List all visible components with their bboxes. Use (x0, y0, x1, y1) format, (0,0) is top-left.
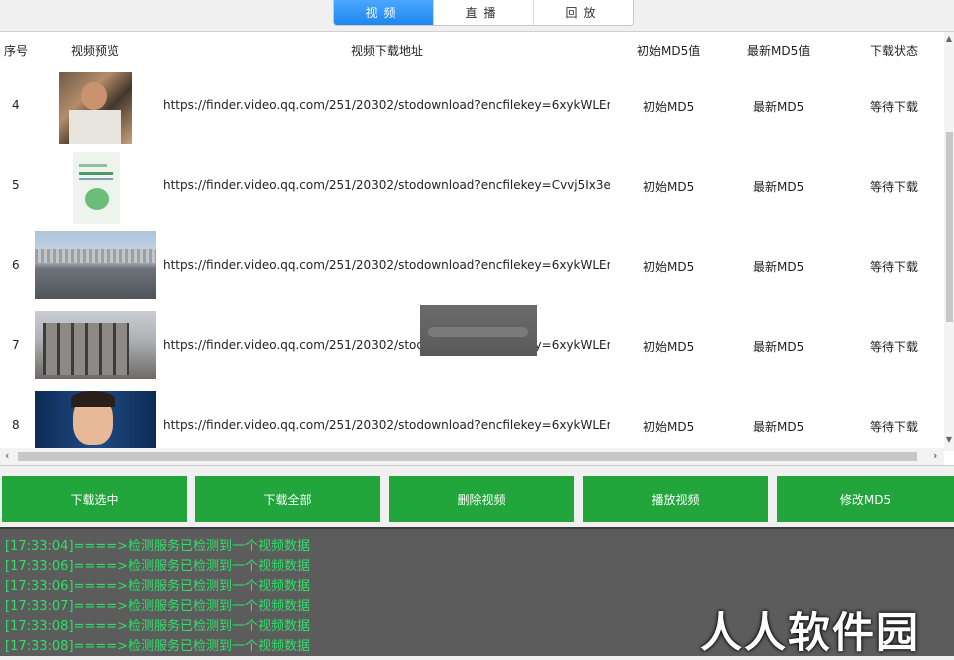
tab-video[interactable]: 视频 (334, 0, 434, 25)
row-status: 等待下载 (870, 180, 918, 194)
log-line: [17:33:06]====>检测服务已检测到一个视频数据 (5, 579, 310, 594)
modify-md5-button[interactable]: 修改MD5 (777, 476, 954, 522)
row-md5-initial: 初始MD5 (643, 180, 695, 194)
log-line: [17:33:06]====>检测服务已检测到一个视频数据 (5, 559, 310, 574)
log-line: [17:33:08]====>检测服务已检测到一个视频数据 (5, 639, 310, 654)
row-index: 7 (12, 338, 20, 352)
row-status: 等待下载 (870, 260, 918, 274)
table-row[interactable]: 4 https://finder.video.qq.com/251/20302/… (0, 66, 944, 146)
row-status: 等待下载 (870, 100, 918, 114)
scroll-right-icon[interactable]: › (933, 449, 937, 462)
header-status: 下载状态 (870, 44, 919, 58)
row-status: 等待下载 (870, 420, 918, 434)
action-bar: 下载选中 下载全部 删除视频 播放视频 修改MD5 (0, 476, 954, 522)
row-url: https://finder.video.qq.com/251/20302/st… (163, 418, 610, 432)
table-row[interactable]: 6 https://finder.video.qq.com/251/20302/… (0, 226, 944, 306)
table-header: 序号 视频预览 视频下载地址 初始MD5值 最新MD5值 下载状态 (0, 32, 944, 66)
scroll-up-icon[interactable]: ▲ (945, 34, 953, 43)
download-selected-button[interactable]: 下载选中 (2, 476, 187, 522)
row-index: 5 (12, 178, 20, 192)
download-all-button[interactable]: 下载全部 (195, 476, 380, 522)
row-status: 等待下载 (870, 340, 918, 354)
watermark-logo: 人人软件园 (700, 608, 921, 657)
row-md5-latest: 最新MD5 (753, 340, 805, 354)
horizontal-scroll-thumb[interactable] (18, 452, 917, 461)
video-thumbnail (35, 311, 156, 379)
header-md5-latest: 最新MD5值 (747, 44, 811, 58)
header-index: 序号 (4, 44, 29, 58)
mode-tabs: 视频 直播 回放 (333, 0, 634, 26)
scroll-down-icon[interactable]: ▼ (945, 435, 953, 444)
row-md5-initial: 初始MD5 (643, 420, 695, 434)
row-index: 4 (12, 98, 20, 112)
log-line: [17:33:04]====>检测服务已检测到一个视频数据 (5, 539, 310, 554)
row-md5-latest: 最新MD5 (753, 180, 805, 194)
row-md5-latest: 最新MD5 (753, 260, 805, 274)
row-md5-latest: 最新MD5 (753, 420, 805, 434)
video-thumbnail (59, 72, 132, 144)
table-row[interactable]: 5 https://finder.video.qq.com/251/20302/… (0, 146, 944, 226)
redaction-overlay (420, 305, 537, 356)
log-line: [17:33:08]====>检测服务已检测到一个视频数据 (5, 619, 310, 634)
row-url: https://finder.video.qq.com/251/20302/st… (163, 178, 610, 192)
scroll-left-icon[interactable]: ‹ (5, 449, 9, 462)
vertical-scrollbar[interactable]: ▲ ▼ (944, 32, 954, 451)
delete-video-button[interactable]: 删除视频 (389, 476, 574, 522)
row-url: https://finder.video.qq.com/251/20302/st… (163, 258, 610, 272)
video-thumbnail (35, 391, 156, 449)
header-preview: 视频预览 (71, 44, 120, 58)
row-index: 6 (12, 258, 20, 272)
play-video-button[interactable]: 播放视频 (583, 476, 768, 522)
video-thumbnail (73, 152, 120, 224)
horizontal-scrollbar[interactable]: ‹ › (0, 448, 944, 465)
header-md5-initial: 初始MD5值 (637, 44, 701, 58)
tab-live[interactable]: 直播 (434, 0, 534, 25)
video-thumbnail (35, 231, 156, 299)
header-url: 视频下载地址 (351, 44, 424, 58)
log-line: [17:33:07]====>检测服务已检测到一个视频数据 (5, 599, 310, 614)
log-panel[interactable]: [17:33:04]====>检测服务已检测到一个视频数据 [17:33:06]… (0, 527, 954, 657)
video-table: 序号 视频预览 视频下载地址 初始MD5值 最新MD5值 下载状态 4 http… (0, 31, 954, 466)
row-index: 8 (12, 418, 20, 432)
row-md5-latest: 最新MD5 (753, 100, 805, 114)
row-md5-initial: 初始MD5 (643, 260, 695, 274)
row-url: https://finder.video.qq.com/251/20302/st… (163, 338, 610, 352)
tab-replay[interactable]: 回放 (534, 0, 633, 25)
row-md5-initial: 初始MD5 (643, 340, 695, 354)
row-md5-initial: 初始MD5 (643, 100, 695, 114)
vertical-scroll-thumb[interactable] (946, 132, 953, 322)
row-url: https://finder.video.qq.com/251/20302/st… (163, 98, 610, 112)
